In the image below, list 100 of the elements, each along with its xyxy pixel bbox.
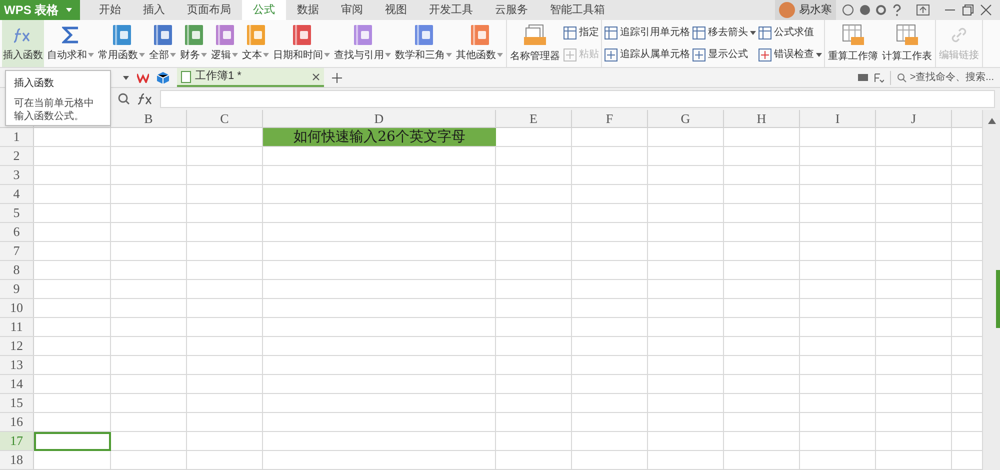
column-header[interactable]: F — [572, 110, 648, 127]
column-header[interactable]: I — [800, 110, 876, 127]
ribbon-button[interactable]: 日期和时间 — [272, 20, 331, 67]
calculate-sheet-icon — [895, 24, 919, 46]
ribbon-button[interactable]: 自动求和 — [46, 20, 95, 67]
cube-icon[interactable] — [157, 72, 169, 84]
document-tab[interactable]: 工作簿1 * — [177, 68, 324, 87]
caret-icon — [201, 53, 207, 57]
close-icon[interactable] — [980, 4, 992, 16]
small-tool-icon — [563, 26, 577, 40]
wps-logo-icon[interactable] — [137, 72, 149, 82]
ribbon-small-button[interactable]: 指定 — [563, 24, 599, 42]
ribbon-button[interactable]: 逻辑 — [210, 20, 239, 67]
ribbon-small-button[interactable]: 公式求值 — [758, 24, 822, 42]
sigma-icon — [62, 24, 80, 44]
add-tab-icon[interactable] — [332, 72, 342, 82]
small-tool-icon — [604, 26, 618, 40]
ribbon-button[interactable]: 计算工作表 — [881, 20, 933, 67]
formula-input-field[interactable] — [160, 90, 995, 108]
row-header[interactable]: 13 — [0, 356, 34, 374]
caret-icon — [446, 53, 452, 57]
ribbon-button[interactable]: 插入函数 — [2, 20, 44, 67]
sheet-file-icon — [181, 70, 191, 82]
menu-tab[interactable]: 审阅 — [330, 0, 374, 20]
row-header[interactable]: 18 — [0, 451, 34, 469]
menu-tab[interactable]: 数据 — [286, 0, 330, 20]
caret-icon — [232, 53, 238, 57]
search-icon — [896, 72, 907, 82]
ribbon-button[interactable]: 查找与引用 — [333, 20, 392, 67]
close-icon[interactable] — [312, 72, 320, 80]
ribbon-small-button[interactable]: 移去箭头 — [692, 24, 756, 42]
restore-icon[interactable] — [962, 4, 974, 16]
column-header[interactable]: J — [876, 110, 952, 127]
menu-tab[interactable]: 智能工具箱 — [539, 0, 616, 20]
menu-tab[interactable]: 公式 — [242, 0, 286, 20]
ribbon-button[interactable]: 数学和三角 — [394, 20, 453, 67]
row-header[interactable]: 4 — [0, 185, 34, 203]
row-header[interactable]: 2 — [0, 147, 34, 165]
menu-tab[interactable]: 视图 — [374, 0, 418, 20]
caret-icon — [88, 53, 94, 57]
row-header[interactable]: 14 — [0, 375, 34, 393]
column-header[interactable]: C — [187, 110, 263, 127]
recalculate-workbook-icon — [841, 24, 865, 46]
small-tool-icon — [758, 48, 772, 62]
ribbon-button[interactable]: 常用函数 — [97, 20, 146, 67]
menu-tab[interactable]: 开始 — [88, 0, 132, 20]
menu-tab[interactable]: 页面布局 — [176, 0, 242, 20]
ribbon-button[interactable]: 名称管理器 — [509, 20, 561, 67]
small-tool-icon — [692, 48, 706, 62]
circle-icon[interactable] — [860, 5, 870, 15]
vertical-scrollbar[interactable] — [982, 110, 1000, 470]
column-header[interactable]: G — [648, 110, 724, 127]
zoom-icon[interactable] — [118, 93, 130, 105]
caret-icon — [816, 52, 822, 56]
row-header[interactable]: 3 — [0, 166, 34, 184]
row-header[interactable]: 12 — [0, 337, 34, 355]
menu-tab[interactable]: 插入 — [132, 0, 176, 20]
title-cell[interactable]: 如何快速输入26个英文字母 — [263, 128, 496, 146]
row-header[interactable]: 15 — [0, 394, 34, 412]
column-header[interactable]: D — [263, 110, 496, 127]
small-tool-icon — [692, 26, 706, 40]
caret-icon — [263, 53, 269, 57]
row-header[interactable]: 1 — [0, 128, 34, 146]
active-cell[interactable] — [34, 432, 111, 451]
ribbon-button[interactable]: 全部 — [148, 20, 177, 67]
row-header[interactable]: 10 — [0, 299, 34, 317]
fx-icon[interactable] — [138, 93, 152, 105]
column-header[interactable]: E — [496, 110, 572, 127]
ribbon-button[interactable]: 重算工作簿 — [827, 20, 879, 67]
caret-icon — [750, 30, 756, 34]
side-panel-handle[interactable] — [996, 270, 1000, 328]
row-header[interactable]: 5 — [0, 204, 34, 222]
small-tool-icon — [563, 48, 577, 62]
caret-icon — [170, 53, 176, 57]
help-icon[interactable] — [892, 4, 902, 16]
row-header[interactable]: 9 — [0, 280, 34, 298]
search-field[interactable]: >查找命令、搜索... — [896, 70, 994, 85]
ribbon-button[interactable]: 文本 — [241, 20, 270, 67]
ribbon-small-button[interactable]: 显示公式 — [692, 46, 756, 64]
tooltip-text: 可在当前单元格中输入函数公式。 — [14, 97, 95, 123]
tooltip-title: 插入函数 — [14, 76, 55, 91]
ribbon-button[interactable]: 其他函数 — [455, 20, 504, 67]
ribbon-button[interactable]: 财务 — [179, 20, 208, 67]
menu-tab[interactable]: 云服务 — [484, 0, 539, 20]
row-header[interactable]: 16 — [0, 413, 34, 431]
ribbon-small-button[interactable]: 追踪引用单元格 — [604, 24, 690, 42]
row-header[interactable]: 7 — [0, 242, 34, 260]
row-header[interactable]: 6 — [0, 223, 34, 241]
caret-icon — [324, 53, 330, 57]
ribbon-small-button[interactable]: 错误检查 — [758, 46, 822, 64]
ribbon-small-button[interactable]: 追踪从属单元格 — [604, 46, 690, 64]
row-header[interactable]: 8 — [0, 261, 34, 279]
scroll-up-icon[interactable] — [988, 118, 996, 124]
caret-icon — [66, 8, 72, 12]
skin-icon[interactable] — [842, 4, 854, 16]
row-header[interactable]: 11 — [0, 318, 34, 336]
caret-icon — [139, 53, 145, 57]
name-manager-icon — [523, 24, 547, 46]
menu-tab[interactable]: 开发工具 — [418, 0, 484, 20]
column-header[interactable]: H — [724, 110, 800, 127]
